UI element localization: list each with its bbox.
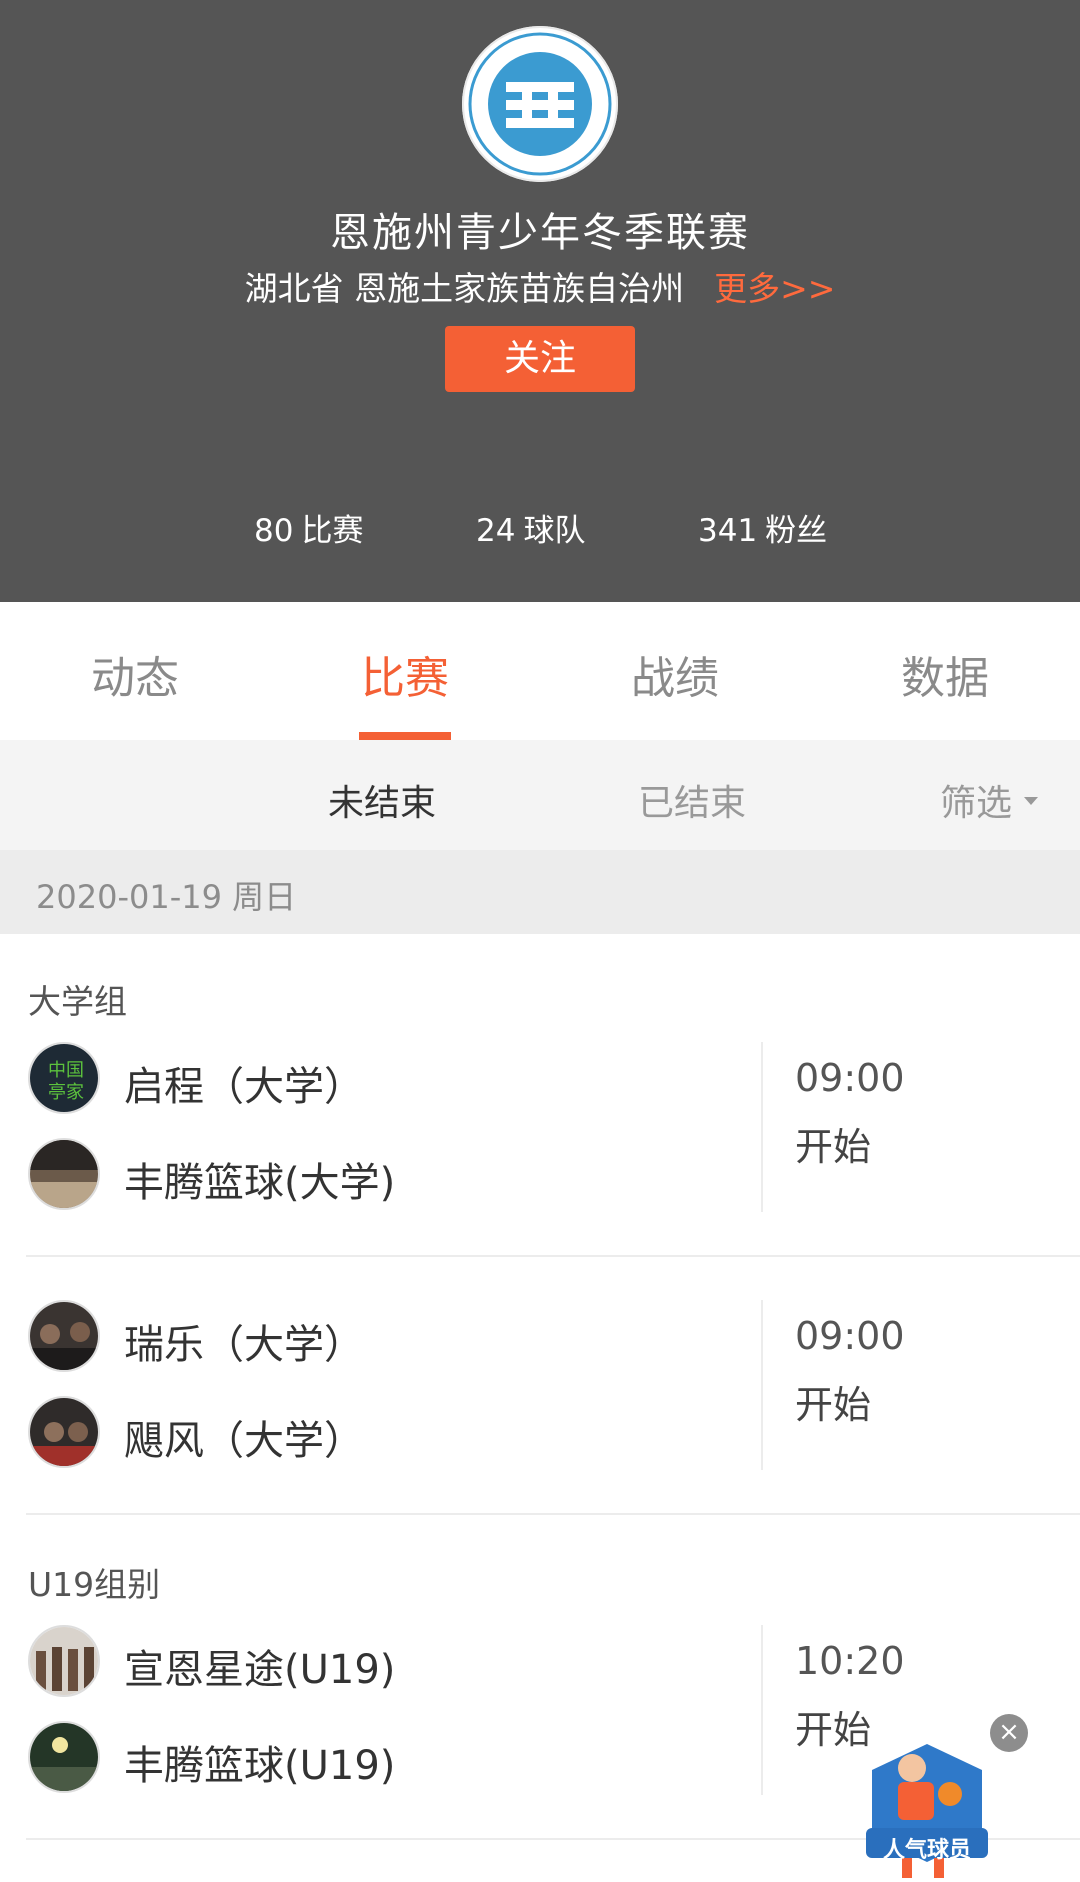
follow-button[interactable]: 关注 [445, 326, 635, 392]
caret-down-icon [1024, 797, 1039, 805]
filter-unfinished[interactable]: 未结束 [328, 774, 436, 826]
filter-label: 筛选 [940, 783, 1013, 824]
row-divider [26, 1513, 1080, 1515]
league-location: 湖北省 恩施土家族苗族自治州 更多>> [0, 262, 1080, 310]
stat-fans[interactable]: 341 粉丝 [698, 505, 827, 550]
promo-label: 人气球员 [882, 1838, 971, 1863]
tab-feed[interactable]: 动态 [0, 642, 270, 706]
stat-matches-value: 80 [254, 513, 294, 549]
group-label: 大学组 [28, 982, 127, 1021]
location-text: 湖北省 恩施土家族苗族自治州 [244, 269, 685, 308]
match-divider [761, 1300, 763, 1470]
filter-dropdown[interactable]: 筛选 [940, 774, 1039, 826]
team-name: 丰腾篮球(U19) [124, 1743, 396, 1789]
team-avatar: 中国 亭家 [28, 1042, 100, 1114]
stat-matches-label: 比赛 [301, 513, 364, 549]
team-name: 宣恩星途(U19) [124, 1647, 396, 1693]
close-icon[interactable]: × [990, 1714, 1028, 1752]
match-status: 开始 [795, 1383, 872, 1427]
match-time: 10:20 [795, 1639, 905, 1683]
team-avatar [28, 1138, 100, 1210]
stat-fans-value: 341 [698, 513, 758, 549]
league-title: 恩施州青少年冬季联赛 [330, 210, 750, 256]
match-status: 开始 [795, 1125, 872, 1169]
match-divider [761, 1042, 763, 1212]
match-status-filter: 未结束 已结束 筛选 [0, 740, 1080, 850]
main-tabs: 动态 比赛 战绩 数据 [0, 602, 1080, 740]
group-label: U19组别 [28, 1565, 161, 1604]
team-avatar [28, 1721, 100, 1793]
association-logo [462, 26, 618, 182]
team-name: 启程（大学） [124, 1064, 364, 1110]
popular-player-badge[interactable]: 人气球员 [862, 1740, 992, 1882]
tab-results[interactable]: 战绩 [540, 642, 810, 706]
team-avatar [28, 1625, 100, 1697]
tab-data[interactable]: 数据 [810, 642, 1080, 706]
match-divider [761, 1625, 763, 1795]
filter-finished[interactable]: 已结束 [638, 774, 746, 826]
stat-fans-label: 粉丝 [765, 513, 828, 549]
date-label: 2020-01-19 周日 [36, 878, 297, 916]
team-name: 丰腾篮球(大学) [124, 1160, 396, 1206]
tab-matches[interactable]: 比赛 [270, 642, 540, 706]
match-status: 开始 [795, 1708, 872, 1752]
svg-text:亭家: 亭家 [48, 1082, 84, 1103]
team-avatar [28, 1300, 100, 1372]
row-divider [26, 1255, 1080, 1257]
more-link[interactable]: 更多>> [714, 269, 835, 308]
stat-teams-value: 24 [476, 513, 516, 549]
team-avatar [28, 1396, 100, 1468]
match-time: 09:00 [795, 1314, 905, 1358]
active-tab-indicator [359, 732, 451, 740]
stat-matches[interactable]: 80 比赛 [254, 505, 363, 550]
match-time: 09:00 [795, 1056, 905, 1100]
stat-teams-label: 球队 [523, 513, 586, 549]
stat-teams[interactable]: 24 球队 [476, 505, 585, 550]
team-name: 飓风（大学） [124, 1418, 364, 1464]
svg-text:中国: 中国 [48, 1060, 84, 1081]
league-header: 恩施州青少年冬季联赛 湖北省 恩施土家族苗族自治州 更多>> 关注 80 比赛 24… [0, 0, 1080, 602]
team-name: 瑞乐（大学） [124, 1322, 364, 1368]
date-header: 2020-01-19 周日 [0, 850, 1080, 934]
